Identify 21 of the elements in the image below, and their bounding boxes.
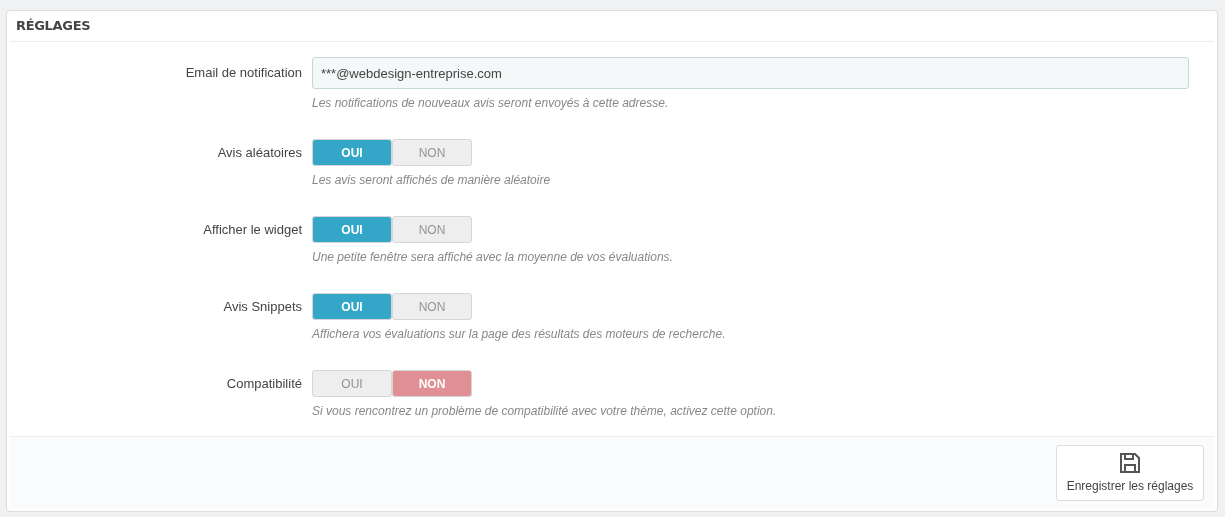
toggle-option[interactable]: OUI bbox=[312, 216, 392, 243]
panel-title: RÉGLAGES bbox=[16, 17, 91, 36]
help-text: Si vous rencontrez un problème de compatibilité avec votre thème, activez cette option. bbox=[312, 403, 777, 420]
email-field[interactable]: ***@webdesign-entreprise.com bbox=[312, 57, 1189, 89]
toggle-option[interactable]: OUI bbox=[312, 293, 392, 320]
help-text: Affichera vos évaluations sur la page des résultats des moteurs de recherche. bbox=[312, 326, 726, 343]
toggle-option[interactable]: OUI bbox=[312, 370, 392, 397]
help-text: Une petite fenêtre sera affiché avec la moyenne de vos évaluations. bbox=[312, 249, 673, 266]
help-text: Les avis seront affichés de manière aléatoire bbox=[312, 172, 551, 189]
toggle-option[interactable]: NON bbox=[392, 293, 472, 320]
field-label: Avis aléatoires bbox=[217, 143, 302, 162]
field-label: Afficher le widget bbox=[203, 220, 302, 239]
toggle-option[interactable]: OUI bbox=[312, 139, 392, 166]
save-button[interactable]: Enregistrer les réglages bbox=[1056, 444, 1204, 501]
toggle-option[interactable]: NON bbox=[392, 216, 472, 243]
toggle-option[interactable]: NON bbox=[392, 139, 472, 166]
field-label: Email de notification bbox=[185, 64, 302, 83]
toggle-option[interactable]: NON bbox=[392, 370, 472, 397]
field-label: Compatibilité bbox=[226, 374, 302, 393]
field-label: Avis Snippets bbox=[223, 297, 302, 316]
help-text: Les notifications de nouveaux avis seront envoyés à cette adresse. bbox=[312, 95, 670, 112]
